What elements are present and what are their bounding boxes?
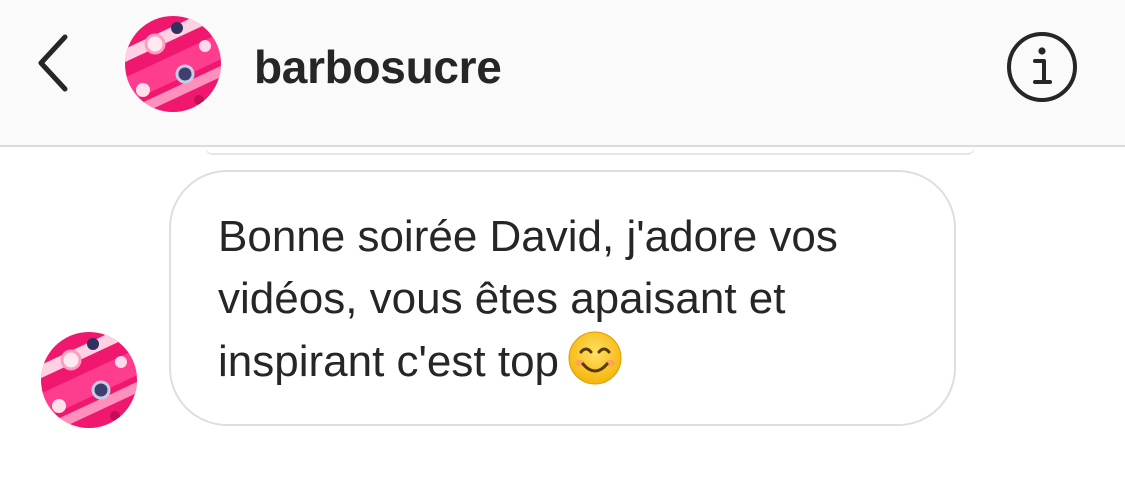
chat-username[interactable]: barbosucre xyxy=(254,40,502,94)
previous-message-bubble xyxy=(205,147,975,155)
message-text-container: Bonne soirée David, j'adore vos vidéos, … xyxy=(218,206,938,393)
back-button[interactable] xyxy=(28,30,78,96)
message-text: Bonne soirée David, j'adore vos vidéos, … xyxy=(218,212,838,386)
sender-avatar[interactable] xyxy=(41,332,137,428)
smiling-face-icon xyxy=(568,331,622,385)
message-bubble[interactable]: Bonne soirée David, j'adore vos vidéos, … xyxy=(169,170,956,426)
chevron-left-icon xyxy=(38,34,68,92)
info-circle-icon xyxy=(1007,32,1077,102)
avatar[interactable] xyxy=(125,16,221,112)
info-button[interactable] xyxy=(1005,30,1079,104)
chat-header: barbosucre xyxy=(0,0,1125,147)
